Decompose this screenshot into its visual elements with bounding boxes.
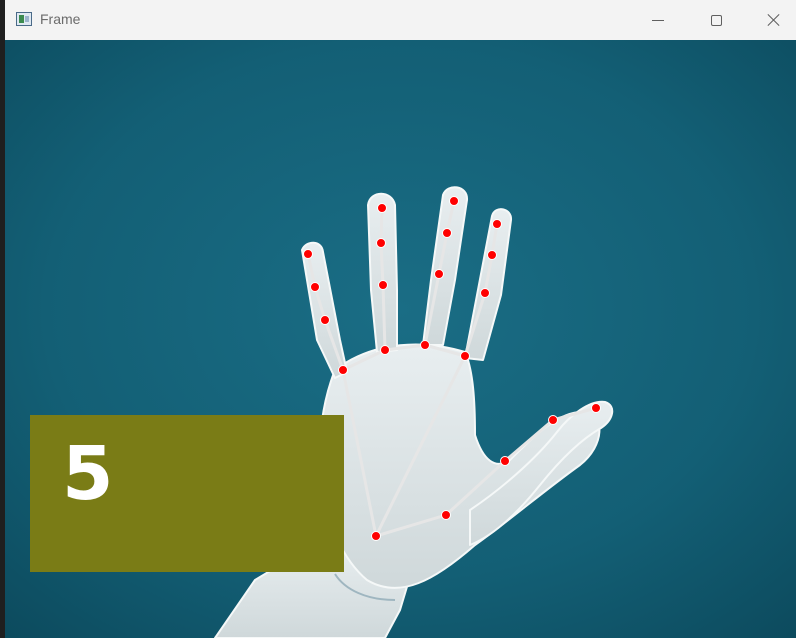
landmark-thumb-mcp bbox=[500, 456, 510, 466]
landmark-pinky-mcp bbox=[338, 365, 348, 375]
landmark-index-pip bbox=[480, 288, 490, 298]
landmark-middle-pip bbox=[434, 269, 444, 279]
landmark-ring-pip bbox=[378, 280, 388, 290]
landmark-middle-dip bbox=[442, 228, 452, 238]
landmark-thumb-tip bbox=[591, 403, 601, 413]
connection bbox=[379, 241, 385, 287]
landmark-pinky-tip bbox=[303, 249, 313, 259]
landmark-thumb-ip bbox=[548, 415, 558, 425]
landmark-index-dip bbox=[487, 250, 497, 260]
close-button[interactable] bbox=[745, 0, 796, 40]
landmark-middle-tip bbox=[449, 196, 459, 206]
landmark-pinky-pip bbox=[320, 315, 330, 325]
video-frame: 5 bbox=[5, 40, 796, 638]
title-bar[interactable]: Frame bbox=[5, 0, 796, 41]
connection bbox=[379, 206, 384, 245]
finger-count-box: 5 bbox=[30, 415, 344, 572]
minimize-button[interactable] bbox=[629, 0, 687, 40]
landmark-wrist bbox=[371, 531, 381, 541]
maximize-icon bbox=[710, 14, 722, 26]
landmark-pinky-dip bbox=[310, 282, 320, 292]
landmark-middle-mcp bbox=[420, 340, 430, 350]
connection bbox=[381, 283, 387, 352]
close-icon bbox=[767, 13, 781, 27]
landmark-index-mcp bbox=[460, 351, 470, 361]
minimize-icon bbox=[652, 19, 664, 21]
landmark-ring-tip bbox=[377, 203, 387, 213]
app-window-icon bbox=[16, 12, 32, 26]
app-window: Frame 5 bbox=[0, 0, 796, 638]
landmark-index-tip bbox=[492, 219, 502, 229]
window-title: Frame bbox=[40, 11, 81, 27]
maximize-button[interactable] bbox=[687, 0, 745, 40]
landmark-ring-dip bbox=[376, 238, 386, 248]
finger-count: 5 bbox=[62, 431, 114, 517]
landmark-ring-mcp bbox=[380, 345, 390, 355]
landmark-thumb-cmc bbox=[441, 510, 451, 520]
